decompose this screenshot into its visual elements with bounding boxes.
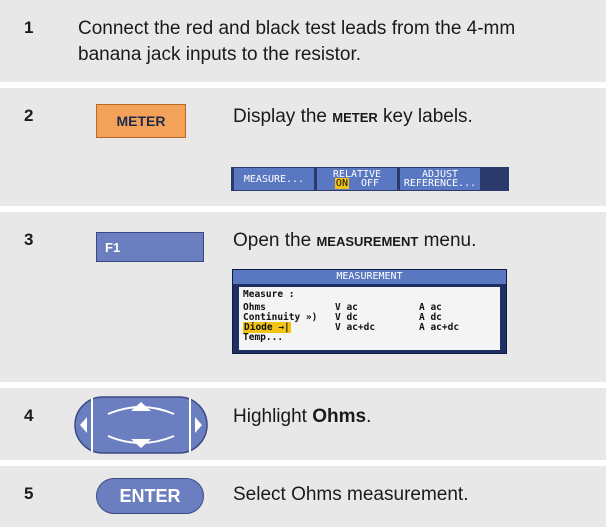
softkey-bar: MEASURE... RELATIVE ON OFF ADJUST REFERE… [231,167,509,191]
enter-button[interactable]: ENTER [96,478,204,514]
step-text: Select Ohms measurement. [233,484,469,505]
menu-item-temp[interactable]: Temp... [243,333,317,343]
softkey-relative[interactable]: RELATIVE ON OFF [317,168,397,190]
step-text: Display the METER key labels. [233,106,473,127]
step-2: 2 METER Display the METER key labels. ME… [0,88,606,206]
step-number: 1 [24,18,34,37]
softkey-measure[interactable]: MEASURE... [234,168,314,190]
menu-item-a-acdc[interactable]: A ac+dc [419,323,459,333]
item-name: Ohms [312,406,367,427]
menu-name: MEASUREMENT [316,234,419,249]
menu-title: MEASUREMENT [233,270,506,284]
menu-col-3: A ac A dc A ac+dc [419,303,459,333]
f1-button[interactable]: F1 [96,232,204,262]
step-5: 5 ENTER Select Ohms measurement. [0,466,606,527]
step-text: Open the MEASUREMENT menu. [233,230,477,251]
menu-col-2: V ac V dc V ac+dc [335,303,375,333]
menu-col-1: Ohms Continuity ») Diode →| Temp... [243,303,317,343]
step-number: 5 [24,484,34,503]
menu-heading: Measure : [243,289,295,300]
step-number: 4 [24,406,34,425]
measurement-menu: MEASUREMENT Measure : Ohms Continuity »)… [232,269,507,354]
softkey-adjust-reference[interactable]: ADJUST REFERENCE... [400,168,480,190]
step-3: 3 F1 Open the MEASUREMENT menu. MEASUREM… [0,212,606,382]
step-text: Connect the red and black test leads fro… [78,18,516,65]
key-name: METER [332,110,378,125]
meter-button[interactable]: METER [96,104,186,138]
menu-item-v-acdc[interactable]: V ac+dc [335,323,375,333]
on-indicator: ON [334,178,349,189]
step-4: 4 Highlight Ohms. [0,388,606,460]
step-number: 2 [24,106,34,125]
step-1: 1 Connect the red and black test leads f… [0,0,606,82]
step-number: 3 [24,230,34,249]
menu-body: Measure : Ohms Continuity ») Diode →| Te… [239,287,500,350]
step-text: Highlight Ohms. [233,406,372,427]
arrow-keypad-icon[interactable] [74,396,208,454]
